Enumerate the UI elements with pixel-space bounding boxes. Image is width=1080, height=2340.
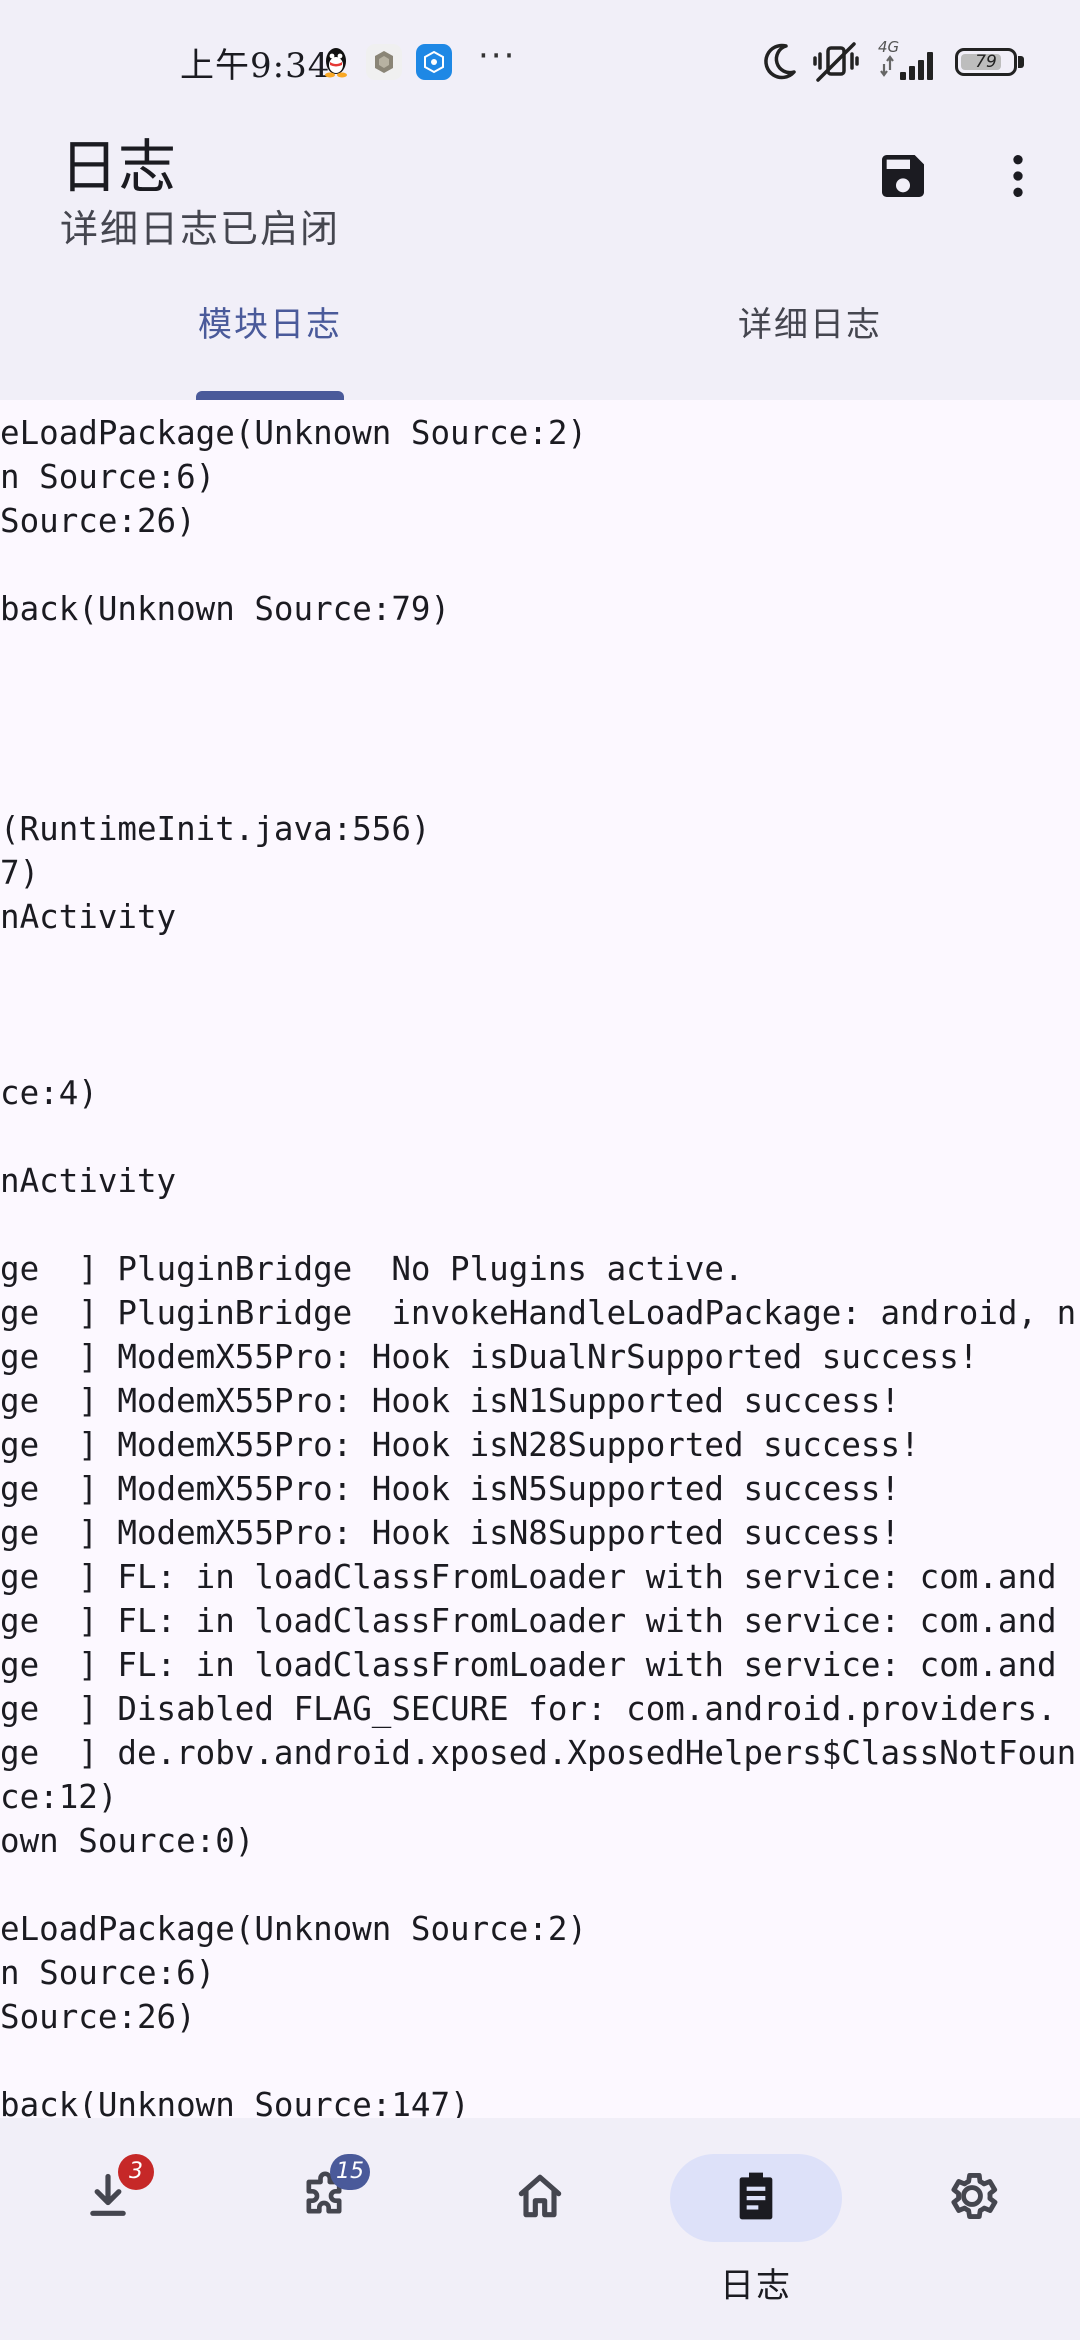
log-line: n Source:6) xyxy=(0,1954,216,1992)
nav-item-download[interactable]: 3 xyxy=(22,2154,194,2304)
nav-item-settings[interactable] xyxy=(886,2154,1058,2304)
status-time: 上午9:34 xyxy=(180,46,331,86)
nav-item-modules[interactable]: 15 xyxy=(238,2154,410,2304)
tab-verbose-logs[interactable]: 详细日志 xyxy=(540,280,1080,400)
log-line: Source:26) xyxy=(0,1998,196,2036)
log-line: ce:4) xyxy=(0,1074,98,1112)
signal-icon xyxy=(880,44,942,88)
log-line: ge ] ModemX55Pro: Hook isDualNrSupported… xyxy=(0,1338,979,1376)
app-icon xyxy=(416,44,452,80)
home-icon xyxy=(512,2168,568,2228)
log-line: nActivity xyxy=(0,1162,177,1200)
battery-icon: 79 xyxy=(955,48,1017,76)
log-line: 7) xyxy=(0,854,40,892)
log-line: ge ] FL: in loadClassFromLoader with ser… xyxy=(0,1558,1057,1596)
log-line: own Source:0) xyxy=(0,1822,255,1860)
status-overflow: ··· xyxy=(478,36,517,76)
nav-icon-container xyxy=(670,2154,842,2242)
more-options-button[interactable] xyxy=(970,130,1066,226)
moon-icon xyxy=(760,40,800,88)
bottom-navigation: 3 15 日志 xyxy=(0,2118,1080,2340)
log-line: back(Unknown Source:79) xyxy=(0,590,451,628)
log-line: nActivity xyxy=(0,898,177,936)
more-vert-icon xyxy=(990,148,1046,208)
log-line: ge ] Disabled FLAG_SECURE for: com.andro… xyxy=(0,1690,1057,1728)
nav-label-logs: 日志 xyxy=(720,2266,792,2306)
log-line: n Source:6) xyxy=(0,458,216,496)
nav-icon-container xyxy=(886,2154,1058,2242)
modules-badge: 15 xyxy=(330,2154,370,2190)
log-line: ge ] ModemX55Pro: Hook isN28Supported su… xyxy=(0,1426,920,1464)
log-line: ce:12) xyxy=(0,1778,118,1816)
log-line: ge ] FL: in loadClassFromLoader with ser… xyxy=(0,1602,1057,1640)
status-bar: 上午9:34 ··· 4G 79 xyxy=(0,0,1080,120)
nav-item-home[interactable] xyxy=(454,2154,626,2304)
qq-icon xyxy=(318,44,354,80)
nav-icon-container xyxy=(22,2154,194,2242)
log-line: (RuntimeInit.java:556) xyxy=(0,810,431,848)
battery-level: 79 xyxy=(975,52,997,72)
nav-icon-container xyxy=(238,2154,410,2242)
log-line: eLoadPackage(Unknown Source:2) xyxy=(0,1910,587,1948)
download-badge: 3 xyxy=(118,2154,154,2190)
log-line: back(Unknown Source:147) xyxy=(0,2086,470,2118)
log-line: eLoadPackage(Unknown Source:2) xyxy=(0,414,587,452)
mute-icon xyxy=(812,40,860,88)
top-app-bar: 日志 详细日志已启闭 模块日志 详细日志 xyxy=(0,120,1080,400)
log-line: Source:26) xyxy=(0,502,196,540)
gear-icon xyxy=(943,2167,1001,2229)
tab-bar: 模块日志 详细日志 xyxy=(0,280,1080,400)
log-line: ge ] FL: in loadClassFromLoader with ser… xyxy=(0,1646,1057,1684)
log-line: ge ] de.robv.android.xposed.XposedHelper… xyxy=(0,1734,1077,1772)
log-content[interactable]: eLoadPackage(Unknown Source:2) n Source:6… xyxy=(0,400,1080,2118)
app-icon xyxy=(366,44,402,80)
save-icon xyxy=(875,148,931,208)
log-line: ge ] PluginBridge No Plugins active. xyxy=(0,1250,744,1288)
tab-module-logs[interactable]: 模块日志 xyxy=(0,280,540,400)
clipboard-icon xyxy=(728,2168,784,2228)
page-title: 日志 xyxy=(60,133,177,201)
nav-item-logs[interactable]: 日志 xyxy=(670,2154,842,2306)
save-button[interactable] xyxy=(855,130,951,226)
log-line: ge ] ModemX55Pro: Hook isN8Supported suc… xyxy=(0,1514,901,1552)
log-line: ge ] ModemX55Pro: Hook isN1Supported suc… xyxy=(0,1382,901,1420)
nav-icon-container xyxy=(454,2154,626,2242)
battery-tip xyxy=(1018,56,1024,68)
log-line: ge ] PluginBridge invokeHandleLoadPackag… xyxy=(0,1294,1077,1332)
page-subtitle: 详细日志已启闭 xyxy=(60,207,341,251)
log-line: ge ] ModemX55Pro: Hook isN5Supported suc… xyxy=(0,1470,901,1508)
tab-indicator xyxy=(196,391,344,400)
